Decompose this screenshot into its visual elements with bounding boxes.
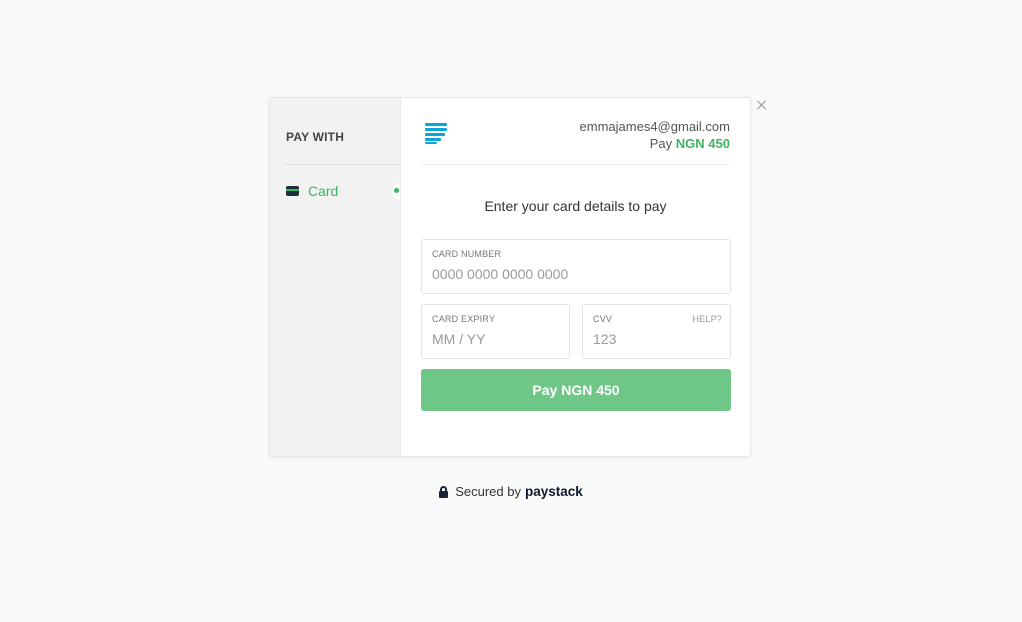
payment-form-panel: emmajames4@gmail.com Pay NGN 450 Enter y… — [401, 98, 750, 456]
secured-text: Secured by — [455, 484, 521, 499]
sidebar-title: PAY WITH — [286, 130, 345, 144]
cvv-label: CVV — [593, 314, 613, 324]
pay-amount-line: Pay NGN 450 — [580, 135, 730, 153]
active-indicator-icon — [392, 183, 400, 199]
pay-button[interactable]: Pay NGN 450 — [421, 369, 731, 411]
pay-prefix: Pay — [649, 136, 673, 151]
card-expiry-label: CARD EXPIRY — [432, 314, 496, 324]
paystack-brand[interactable]: paystack — [525, 484, 583, 499]
sidebar-item-label: Card — [308, 183, 339, 199]
card-number-label: CARD NUMBER — [432, 249, 502, 259]
merchant-logo-icon — [425, 122, 447, 144]
customer-email: emmajames4@gmail.com — [579, 119, 730, 134]
header-divider — [421, 164, 730, 165]
sidebar-item-card[interactable]: Card — [286, 181, 400, 201]
cvv-input[interactable] — [593, 331, 720, 347]
customer-info: emmajames4@gmail.com Pay NGN 450 — [580, 118, 730, 153]
pay-amount: NGN 450 — [675, 136, 730, 151]
cvv-help-link[interactable]: HELP? — [692, 314, 722, 324]
card-number-field[interactable]: CARD NUMBER — [421, 239, 731, 294]
card-expiry-field[interactable]: CARD EXPIRY — [421, 304, 570, 359]
credit-card-icon — [286, 186, 299, 196]
payment-method-sidebar: PAY WITH Card — [270, 98, 401, 456]
lock-icon — [439, 485, 449, 498]
form-heading: Enter your card details to pay — [484, 198, 667, 214]
cvv-field[interactable]: CVV HELP? — [582, 304, 731, 359]
payment-modal: PAY WITH Card emmajames4@gmail.com Pay N… — [269, 97, 751, 457]
sidebar-divider — [284, 164, 400, 165]
secured-by-footer: Secured by paystack — [0, 484, 1022, 499]
close-icon[interactable] — [755, 98, 769, 112]
card-number-input[interactable] — [432, 266, 720, 282]
card-expiry-input[interactable] — [432, 331, 559, 347]
